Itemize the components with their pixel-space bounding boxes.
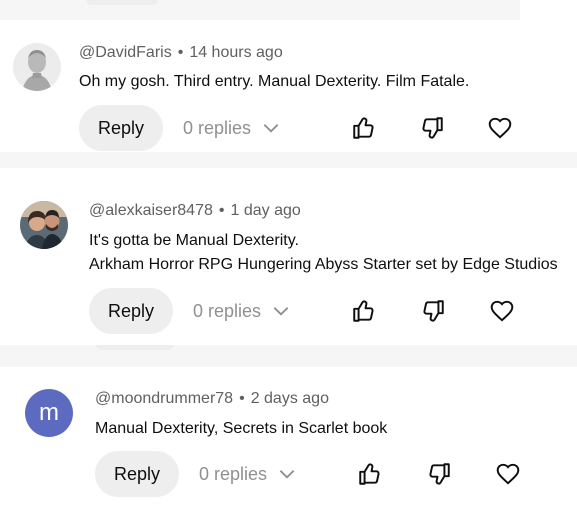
replies-count: 0 replies xyxy=(193,300,262,321)
comment-line: Oh my gosh. Third entry. Manual Dexterit… xyxy=(79,73,470,90)
thumbs-down-icon[interactable] xyxy=(426,461,452,487)
thumbs-up-icon[interactable] xyxy=(357,461,383,487)
comment-time[interactable]: 2 days ago xyxy=(251,390,329,407)
chevron-down-icon xyxy=(279,470,295,479)
couple-photo-avatar-icon[interactable] xyxy=(20,201,68,249)
heart-icon[interactable] xyxy=(495,461,521,487)
thumbs-down-icon[interactable] xyxy=(420,298,446,324)
previous-reply-button-edge xyxy=(86,0,158,5)
replies-count: 0 replies xyxy=(183,117,252,138)
chevron-down-icon xyxy=(263,124,279,133)
comment-line: It's gotta be Manual Dexterity. xyxy=(89,232,299,249)
reply-button[interactable]: Reply xyxy=(95,451,179,497)
reply-button[interactable]: Reply xyxy=(89,288,173,334)
comment-text: It's gotta be Manual Dexterity. Arkham H… xyxy=(89,229,558,277)
separator-1 xyxy=(0,152,577,168)
chevron-down-icon xyxy=(273,307,289,316)
reply-button-edge xyxy=(96,345,174,350)
comment-author[interactable]: @moondrummer78 xyxy=(95,390,233,407)
comment-card: m @moondrummer78 • 2 days ago Manual Dexte… xyxy=(10,367,570,515)
comment-line: Manual Dexterity, Secrets in Scarlet boo… xyxy=(95,420,388,437)
comment-actions: Reply 0 replies xyxy=(95,451,521,497)
comment-author[interactable]: @DavidFaris xyxy=(79,44,172,61)
comment-actions: Reply 0 replies xyxy=(89,288,515,334)
meta-separator: • xyxy=(177,44,184,61)
previous-comment-edge xyxy=(0,0,520,20)
meta-separator: • xyxy=(218,202,225,219)
comment-card: @alexkaiser8478 • 1 day ago It's gotta be … xyxy=(10,168,570,345)
comment-text: Oh my gosh. Third entry. Manual Dexterit… xyxy=(79,70,469,94)
separator-2 xyxy=(0,345,577,367)
thumbs-up-icon[interactable] xyxy=(351,115,377,141)
replies-toggle[interactable]: 0 replies xyxy=(199,464,297,485)
comment-line: Arkham Horror RPG Hungering Abyss Starte… xyxy=(89,256,558,273)
comment-card: @DavidFaris • 14 hours ago Oh my gosh. Thi… xyxy=(0,20,577,152)
statue-avatar-icon[interactable] xyxy=(13,43,61,91)
comment-meta: @DavidFaris • 14 hours ago xyxy=(79,44,283,62)
avatar-letter: m xyxy=(39,399,59,426)
comment-author[interactable]: @alexkaiser8478 xyxy=(89,202,213,219)
replies-count: 0 replies xyxy=(199,463,268,484)
avatar[interactable]: m xyxy=(25,389,73,437)
comment-meta: @alexkaiser8478 • 1 day ago xyxy=(89,202,301,220)
comment-text: Manual Dexterity, Secrets in Scarlet boo… xyxy=(95,417,387,441)
heart-icon[interactable] xyxy=(487,115,513,141)
heart-icon[interactable] xyxy=(489,298,515,324)
comment-meta: @moondrummer78 • 2 days ago xyxy=(95,390,329,408)
comment-time[interactable]: 1 day ago xyxy=(230,202,300,219)
replies-toggle[interactable]: 0 replies xyxy=(183,118,281,139)
comment-actions: Reply 0 replies xyxy=(79,105,513,151)
thumbs-down-icon[interactable] xyxy=(419,115,445,141)
comment-time[interactable]: 14 hours ago xyxy=(189,44,282,61)
replies-toggle[interactable]: 0 replies xyxy=(193,301,291,322)
reply-button[interactable]: Reply xyxy=(79,105,163,151)
meta-separator: • xyxy=(239,390,245,407)
thumbs-up-icon[interactable] xyxy=(351,298,377,324)
